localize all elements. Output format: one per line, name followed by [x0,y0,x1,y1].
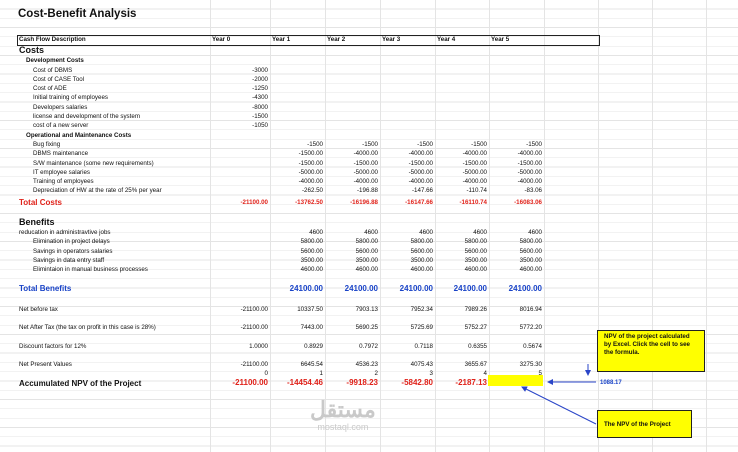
arrow-to-npv [521,386,597,425]
annotation-arrows [521,364,597,425]
